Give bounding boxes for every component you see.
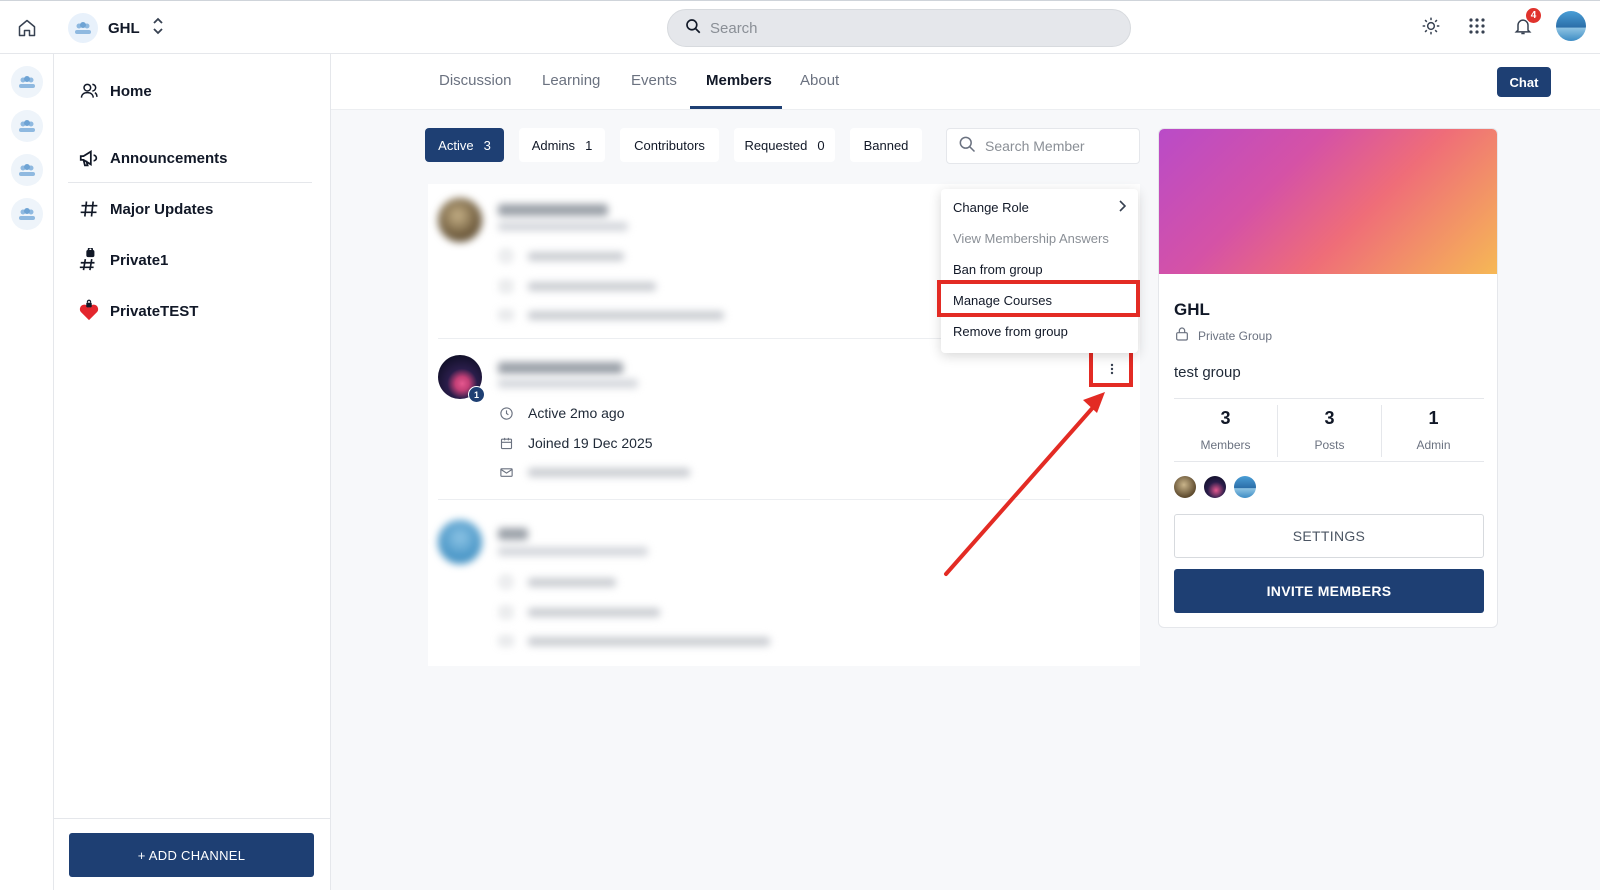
group-privacy: Private Group — [1174, 326, 1272, 345]
main-content: Discussion Learning Events Members About… — [331, 54, 1600, 890]
channel-sidebar: Home Announcements Major Updates Private… — [54, 54, 331, 890]
notification-badge: 4 — [1525, 7, 1542, 24]
sidebar-item-label: Major Updates — [110, 200, 214, 218]
sidebar-item-announcements[interactable]: Announcements — [78, 147, 228, 169]
user-icon — [78, 80, 100, 102]
locked-hash-icon — [78, 248, 100, 271]
notifications-bell-icon[interactable]: 4 — [1510, 7, 1542, 39]
sidebar-footer-divider — [54, 818, 331, 819]
search-icon — [684, 17, 702, 40]
member-avatar[interactable] — [1204, 476, 1226, 498]
apps-grid-icon[interactable] — [1464, 13, 1490, 39]
stat-admin: 1 Admin — [1382, 408, 1485, 452]
stat-value: 1 — [1428, 408, 1439, 428]
group-description: test group — [1174, 364, 1241, 381]
sidebar-item-label: PrivateTEST — [110, 302, 199, 320]
search-input[interactable] — [710, 19, 1090, 37]
add-channel-button[interactable]: + ADD CHANNEL — [69, 833, 314, 877]
chevron-up-down-icon — [150, 17, 166, 40]
rail-group-icon[interactable] — [11, 154, 43, 186]
stat-label: Members — [1200, 438, 1251, 452]
group-logo-icon — [68, 13, 98, 43]
theme-toggle-icon[interactable] — [1418, 13, 1444, 39]
sidebar-item-private1[interactable]: Private1 — [78, 248, 169, 271]
home-icon[interactable] — [14, 15, 40, 41]
stat-label: Admin — [1416, 438, 1451, 452]
stat-label: Posts — [1314, 438, 1345, 452]
user-avatar[interactable] — [1556, 11, 1586, 41]
group-name: GHL — [108, 19, 140, 37]
top-bar: GHL 4 — [0, 0, 1600, 54]
sidebar-divider — [68, 182, 312, 183]
rail-group-icon[interactable] — [11, 110, 43, 142]
lock-icon — [1174, 326, 1190, 345]
sidebar-item-label: Announcements — [110, 149, 228, 167]
sidebar-item-major-updates[interactable]: Major Updates — [78, 198, 213, 220]
sidebar-item-label: Home — [110, 82, 152, 100]
stat-value: 3 — [1324, 408, 1335, 428]
settings-button[interactable]: SETTINGS — [1174, 514, 1484, 558]
rail-group-icon[interactable] — [11, 66, 43, 98]
card-divider — [1174, 398, 1484, 399]
member-avatar[interactable] — [1234, 476, 1256, 498]
sidebar-item-privatetest[interactable]: PrivateTEST — [78, 299, 199, 322]
card-divider — [1174, 461, 1484, 462]
heart-icon — [78, 299, 100, 322]
stat-members: 3 Members — [1174, 408, 1277, 452]
hash-icon — [78, 198, 100, 220]
group-title: GHL — [1174, 300, 1210, 319]
groups-rail — [0, 54, 54, 890]
stat-posts: 3 Posts — [1278, 408, 1381, 452]
member-avatar[interactable] — [1174, 476, 1196, 498]
group-switcher[interactable]: GHL — [68, 13, 166, 43]
group-info-card: GHL Private Group test group 3 Members 3… — [1158, 128, 1498, 628]
megaphone-icon — [78, 147, 100, 169]
global-search[interactable] — [667, 9, 1131, 47]
group-privacy-label: Private Group — [1198, 328, 1273, 343]
sidebar-item-home[interactable]: Home — [78, 80, 152, 102]
invite-members-button[interactable]: INVITE MEMBERS — [1174, 569, 1484, 613]
sidebar-item-label: Private1 — [110, 251, 169, 269]
rail-group-icon[interactable] — [11, 198, 43, 230]
group-cover-image — [1159, 129, 1497, 274]
stat-value: 3 — [1220, 408, 1231, 428]
